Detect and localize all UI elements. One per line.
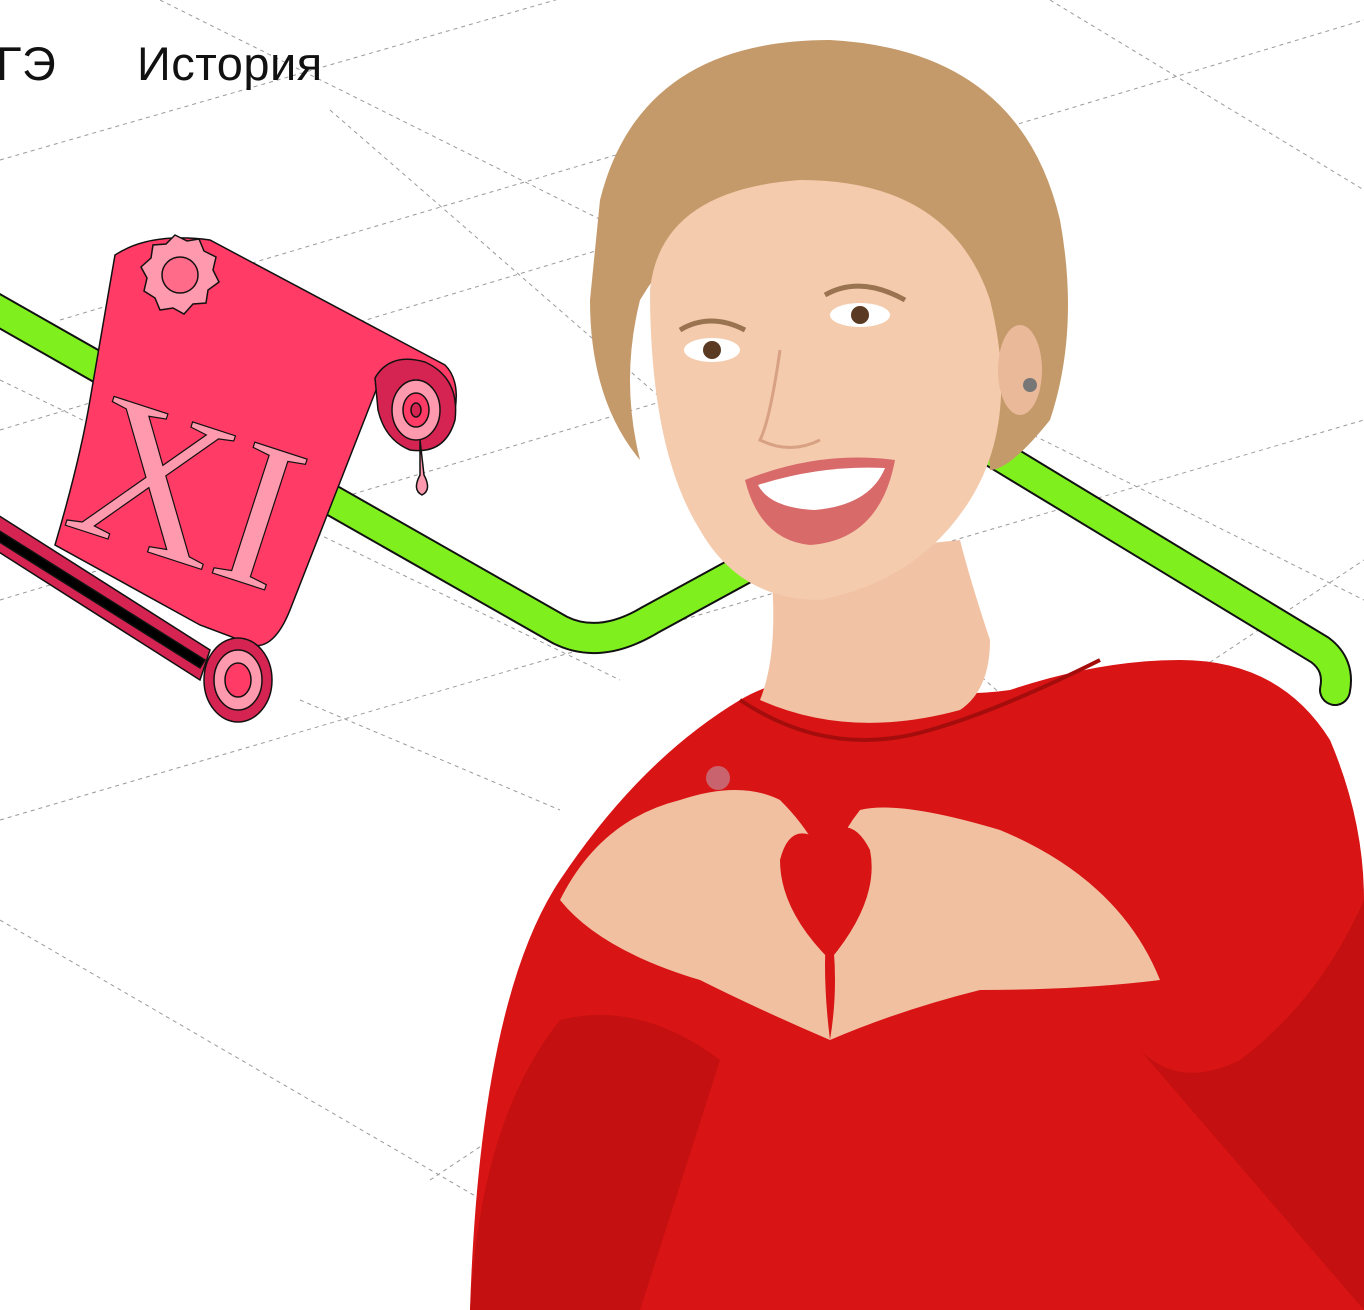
scroll-icon: XI <box>0 234 457 723</box>
nav-item-partial[interactable]: ГЭ <box>0 40 56 87</box>
person-photo <box>470 40 1364 1310</box>
subject-title: История <box>137 37 323 90</box>
hero-banner: XI ГЭ История <box>0 0 1364 1310</box>
background-graphics: XI <box>0 0 1364 1310</box>
